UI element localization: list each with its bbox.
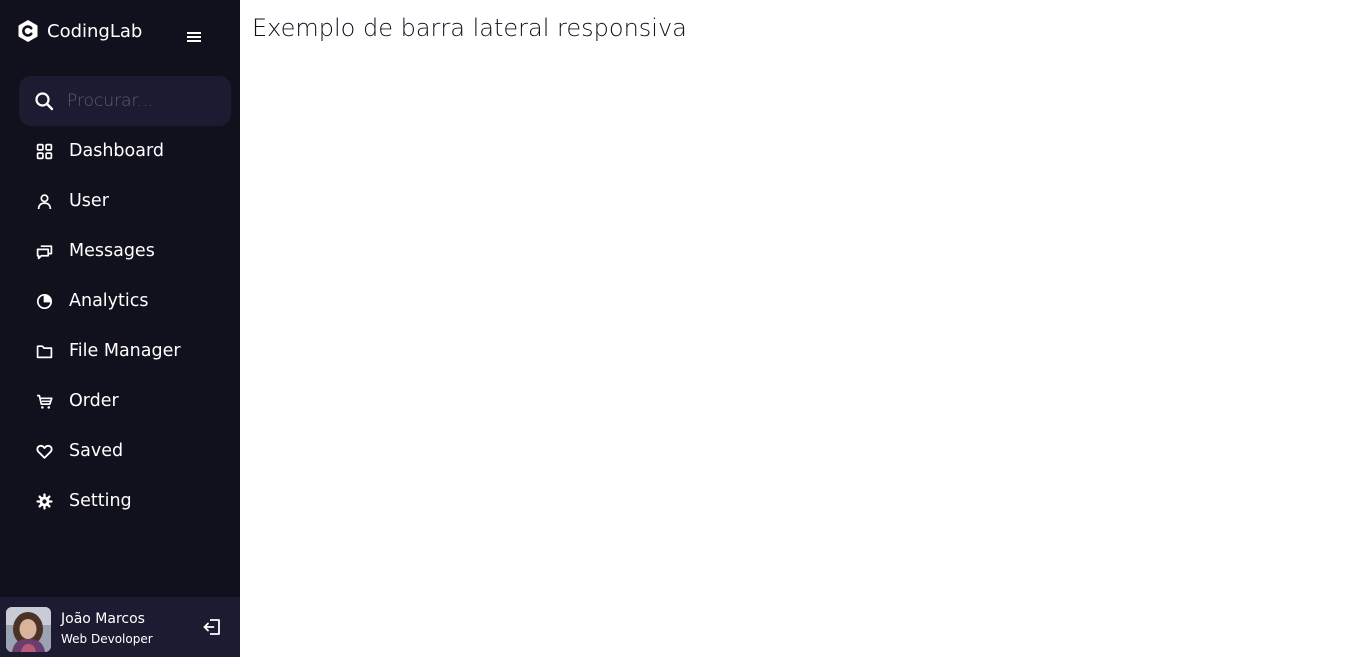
search-icon[interactable] — [34, 91, 54, 111]
nav-label-analytics: Analytics — [69, 291, 149, 311]
main-content: Exemplo de barra lateral responsiva — [240, 0, 1366, 657]
sidebar: CodingLab Dashboard — [0, 0, 240, 657]
logo-name: CodingLab — [47, 20, 143, 42]
logo: CodingLab — [16, 18, 142, 44]
nav-list: Dashboard User Messages Analytics File M… — [19, 126, 231, 526]
nav-label-saved: Saved — [69, 441, 124, 461]
avatar — [6, 607, 51, 652]
profile-job: Web Devoloper — [61, 632, 153, 646]
search-box — [19, 76, 231, 126]
logout-icon[interactable] — [202, 617, 222, 637]
nav-item-user[interactable]: User — [19, 176, 231, 226]
nav-label-order: Order — [69, 391, 119, 411]
grid-icon — [36, 143, 52, 159]
nav-item-saved[interactable]: Saved — [19, 426, 231, 476]
folder-icon — [36, 344, 52, 358]
heart-icon — [35, 444, 53, 459]
c-logo-icon — [18, 20, 38, 42]
search-input[interactable] — [67, 76, 217, 126]
menu-icon — [187, 32, 201, 42]
nav-label-setting: Setting — [69, 491, 132, 511]
pie-chart-icon — [36, 293, 52, 309]
nav-label-dashboard: Dashboard — [69, 141, 164, 161]
menu-toggle-button[interactable] — [184, 28, 204, 46]
nav-item-messages[interactable]: Messages — [19, 226, 231, 276]
gear-icon — [35, 492, 53, 510]
cart-icon — [36, 394, 53, 409]
profile-card: João Marcos Web Devoloper — [0, 597, 240, 657]
nav-label-file-manager: File Manager — [69, 341, 181, 361]
user-icon — [37, 193, 51, 209]
nav-item-dashboard[interactable]: Dashboard — [19, 126, 231, 176]
chat-icon — [36, 244, 52, 259]
nav-label-user: User — [69, 191, 109, 211]
nav-item-file-manager[interactable]: File Manager — [19, 326, 231, 376]
nav-label-messages: Messages — [69, 241, 155, 261]
profile-name: João Marcos — [61, 611, 145, 627]
nav-item-setting[interactable]: Setting — [19, 476, 231, 526]
nav-item-analytics[interactable]: Analytics — [19, 276, 231, 326]
nav-item-order[interactable]: Order — [19, 376, 231, 426]
page-title: Exemplo de barra lateral responsiva — [252, 14, 687, 42]
